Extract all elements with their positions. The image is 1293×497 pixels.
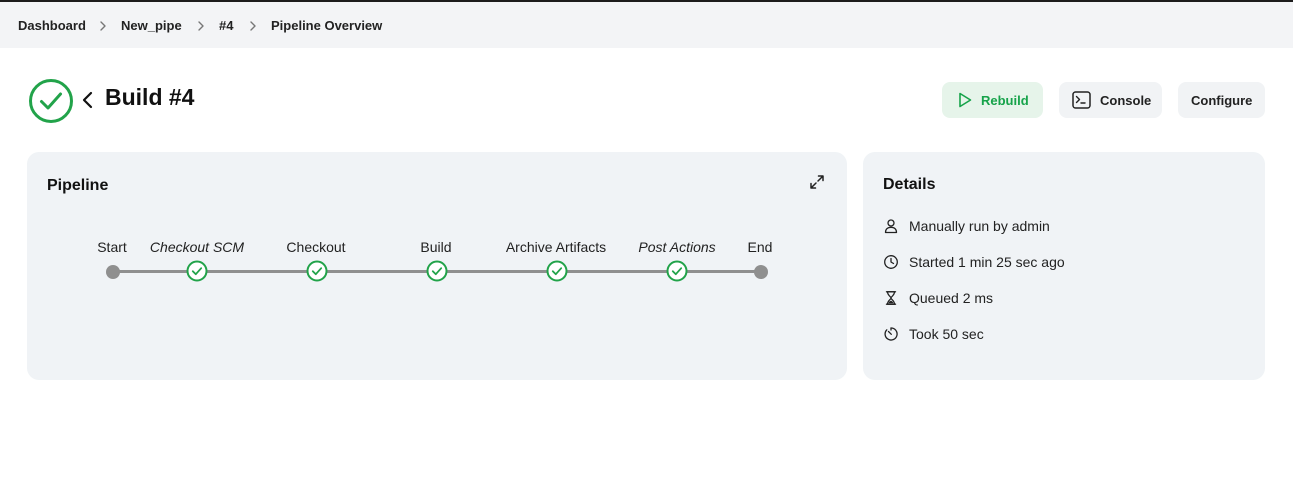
detail-trigger-text: Manually run by admin — [909, 218, 1050, 234]
breadcrumb: Dashboard New_pipe #4 Pipeline Overview — [0, 2, 1293, 48]
terminal-icon — [1072, 91, 1091, 109]
stage-success-icon[interactable] — [426, 260, 448, 282]
stage-label-build: Build — [420, 239, 452, 255]
stage-label-checkout-scm: Checkout SCM — [149, 239, 245, 255]
breadcrumb-dashboard[interactable]: Dashboard — [18, 18, 86, 33]
stage-label-post-actions: Post Actions — [638, 239, 716, 255]
detail-duration-text: Took 50 sec — [909, 326, 984, 342]
detail-row-queued: Queued 2 ms — [883, 288, 993, 308]
stage-success-icon[interactable] — [186, 260, 208, 282]
hourglass-icon — [885, 291, 897, 305]
details-card: Details Manually run by admin Started 1 … — [863, 152, 1265, 380]
pipeline-title: Pipeline — [47, 177, 109, 194]
details-title: Details — [883, 176, 936, 193]
breadcrumb-current[interactable]: Pipeline Overview — [271, 18, 382, 33]
stage-label-checkout: Checkout — [286, 239, 346, 255]
detail-row-trigger: Manually run by admin — [883, 216, 1050, 236]
page-title: Build #4 — [105, 84, 195, 110]
stage-node-end — [754, 265, 768, 279]
back-chevron-icon[interactable] — [80, 90, 96, 110]
detail-row-duration: Took 50 sec — [883, 324, 984, 344]
rebuild-button[interactable]: Rebuild — [942, 82, 1043, 118]
stage-success-icon[interactable] — [666, 260, 688, 282]
stage-label-end: End — [747, 239, 773, 255]
expand-icon[interactable] — [809, 174, 825, 190]
timer-icon — [884, 327, 898, 341]
stage-node-start — [106, 265, 120, 279]
stage-label-start: Start — [97, 239, 127, 255]
success-status-icon — [29, 79, 73, 123]
user-icon — [884, 219, 898, 234]
stage-success-icon[interactable] — [546, 260, 568, 282]
detail-row-started: Started 1 min 25 sec ago — [883, 252, 1065, 272]
chevron-right-icon — [250, 21, 256, 31]
chevron-right-icon — [198, 21, 204, 31]
breadcrumb-job[interactable]: New_pipe — [121, 18, 182, 33]
detail-queued-text: Queued 2 ms — [909, 290, 994, 306]
stage-label-archive-artifacts: Archive Artifacts — [505, 239, 607, 255]
chevron-right-icon — [100, 21, 106, 31]
detail-started-text: Started 1 min 25 sec ago — [909, 254, 1065, 270]
console-button[interactable]: Console — [1059, 82, 1162, 118]
play-icon — [959, 92, 972, 108]
stage-success-icon[interactable] — [306, 260, 328, 282]
rebuild-label: Rebuild — [981, 92, 1029, 108]
configure-button[interactable]: Configure — [1178, 82, 1265, 118]
pipeline-card: Pipeline Start Checkout SCM Checkout Bui… — [27, 152, 847, 380]
configure-label: Configure — [1191, 92, 1253, 108]
clock-icon — [884, 255, 898, 269]
breadcrumb-build[interactable]: #4 — [219, 18, 233, 33]
console-label: Console — [1100, 92, 1152, 108]
